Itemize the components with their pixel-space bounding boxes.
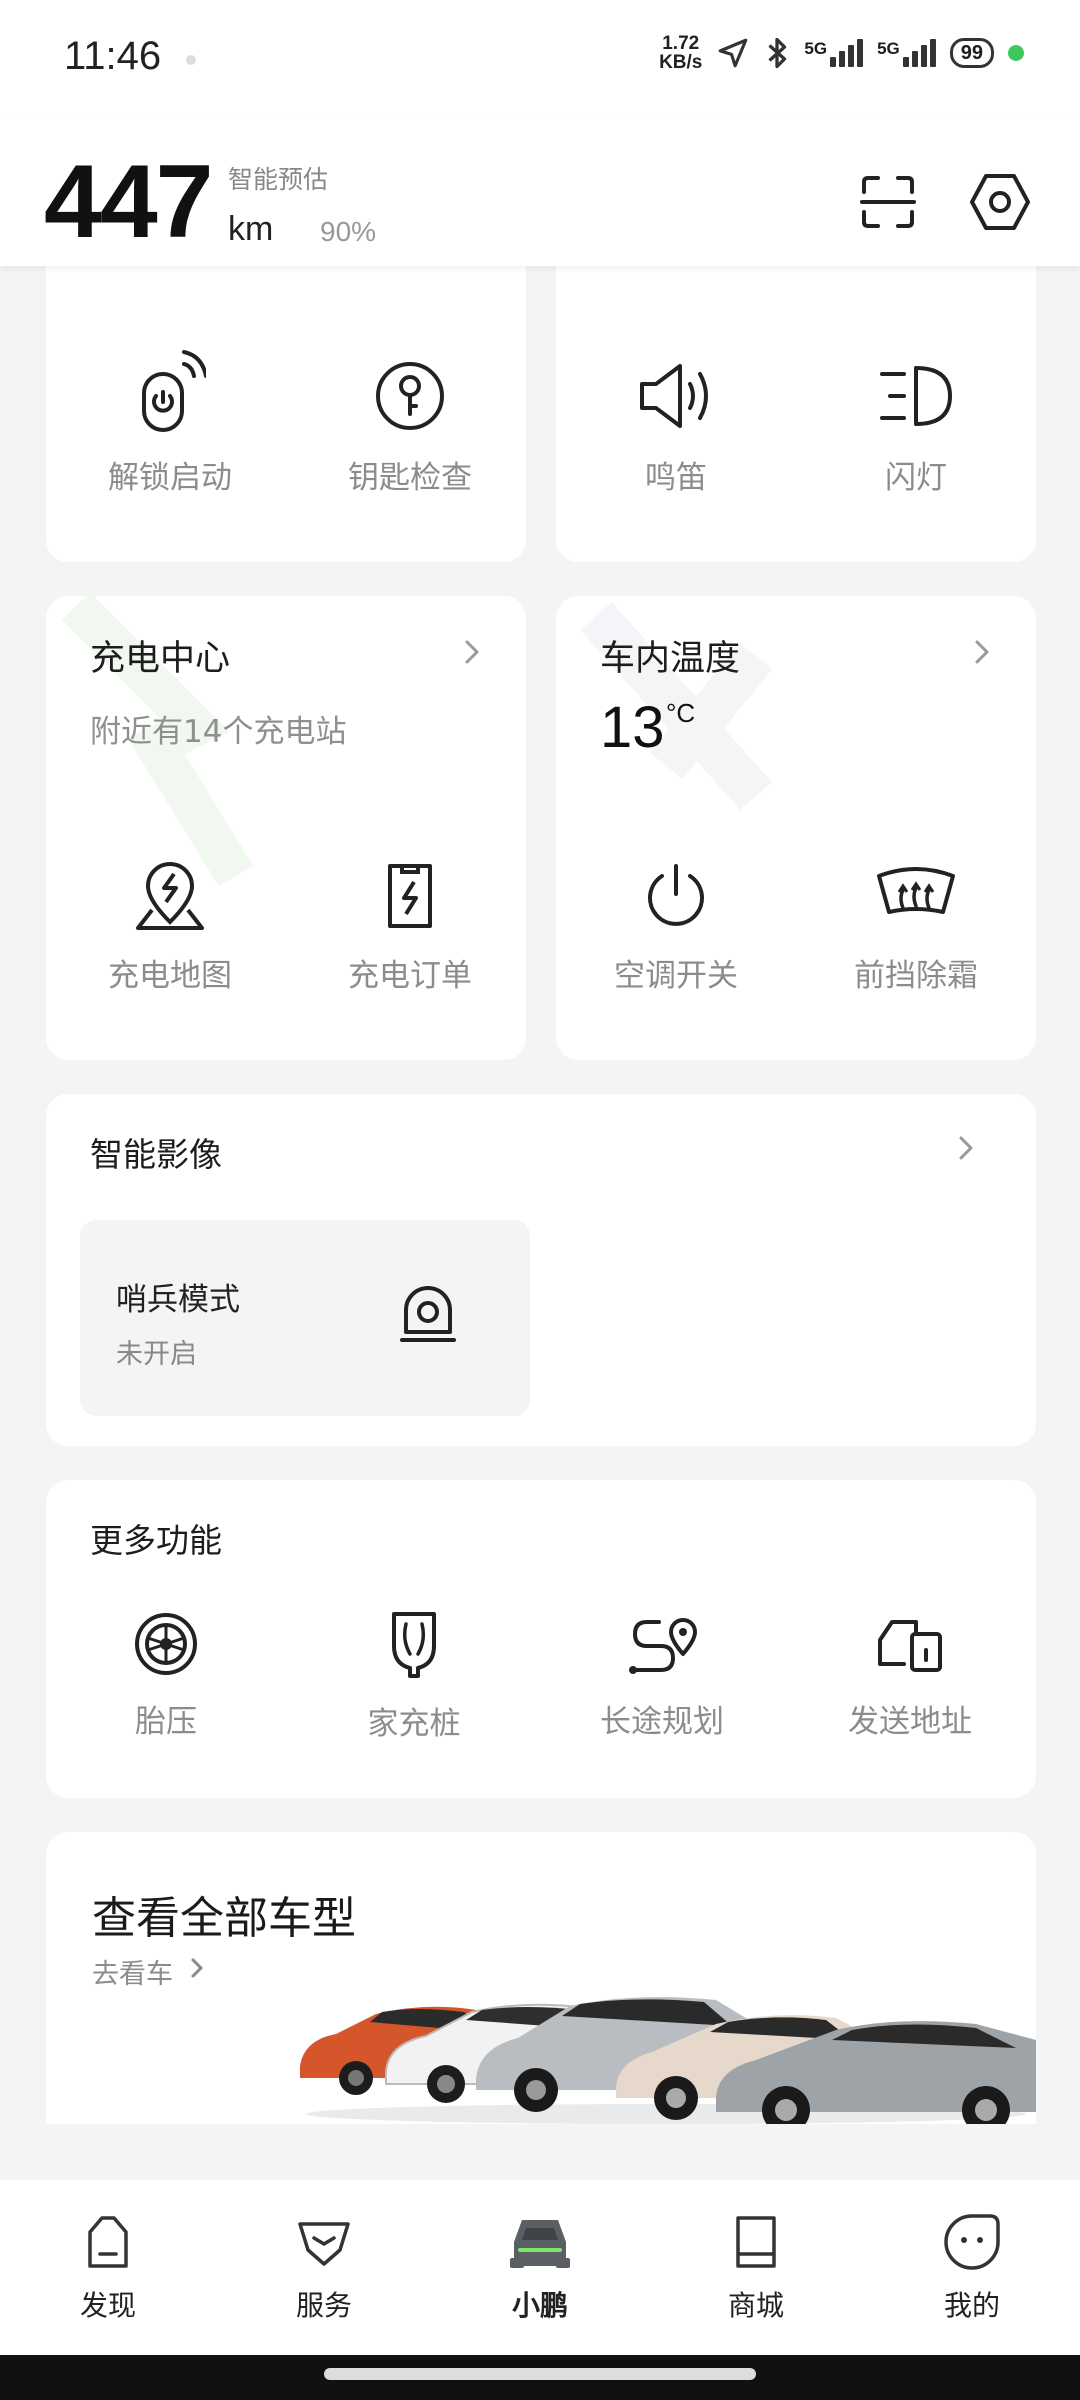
tire-icon	[135, 1613, 197, 1675]
charging-map-label: 充电地图	[108, 958, 232, 994]
range-header: 447 智能预估 km 90%	[0, 120, 1080, 266]
chevron-right-icon[interactable]	[968, 638, 996, 666]
battery-percent: 90%	[320, 216, 377, 247]
nav-item-service[interactable]: 服务	[249, 2210, 399, 2324]
horn-icon	[640, 364, 708, 428]
charging-map-tile[interactable]: 充电地图	[50, 860, 290, 995]
range-value: 447	[44, 144, 214, 260]
sentry-mode-title: 哨兵模式	[116, 1282, 240, 1318]
horn-label: 鸣笛	[645, 460, 707, 496]
sentry-mode-status: 未开启	[116, 1339, 197, 1370]
long-trip-tile[interactable]: 长途规划	[542, 1610, 782, 1741]
key-check-label: 钥匙检查	[348, 460, 472, 496]
unlock-start-label: 解锁启动	[108, 460, 232, 496]
settings-icon[interactable]	[968, 170, 1032, 234]
location-arrow-icon	[719, 38, 748, 68]
nav-item-xpeng[interactable]: 小鹏	[465, 2210, 615, 2324]
flash-lights-label: 闪灯	[885, 460, 947, 496]
status-bar: 11:46 1.72 KB/s 5G 5G 99	[0, 0, 1080, 120]
gesture-area	[0, 2355, 1080, 2400]
charging-order-label: 充电订单	[348, 958, 472, 994]
tire-pressure-tile[interactable]: 胎压	[46, 1610, 286, 1741]
home-charger-tile[interactable]: 家充桩	[294, 1610, 534, 1743]
remote-start-icon	[142, 350, 206, 432]
home-charger-icon	[392, 1612, 436, 1678]
tire-pressure-label: 胎压	[135, 1704, 197, 1740]
nav-label-discover: 发现	[79, 2289, 136, 2322]
car-icon	[510, 2220, 570, 2268]
horn-tile[interactable]: 鸣笛	[556, 358, 796, 497]
home-gesture-bar[interactable]	[324, 2368, 756, 2380]
temperature-unit: °C	[666, 698, 696, 728]
climate-title: 车内温度	[600, 639, 741, 679]
send-address-tile[interactable]: 发送地址	[790, 1610, 1030, 1741]
front-defrost-tile[interactable]: 前挡除霜	[796, 860, 1036, 995]
active-indicator-dot	[1008, 45, 1024, 61]
all-models-banner[interactable]: 查看全部车型 去看车	[46, 1832, 1036, 2124]
signal-icon: 5G	[877, 39, 936, 67]
chevron-right-icon[interactable]	[952, 1134, 980, 1162]
nav-label-service: 服务	[295, 2289, 352, 2322]
route-icon	[629, 1618, 697, 1674]
unlock-start-tile[interactable]: 解锁启动	[50, 348, 290, 497]
charging-title: 充电中心	[90, 639, 231, 679]
charging-subtitle: 附近有14个充电站	[90, 714, 347, 750]
home-charger-label: 家充桩	[367, 1706, 461, 1742]
sentry-mode-tile[interactable]: 哨兵模式 未开启	[80, 1220, 530, 1416]
climate-card[interactable]: 车内温度 13 °C 空调开关 前挡除霜	[556, 596, 1036, 1060]
battery-icon: 99	[949, 38, 994, 68]
service-icon	[298, 2222, 350, 2266]
chevron-right-icon	[191, 1958, 203, 1978]
nav-item-profile[interactable]: 我的	[897, 2210, 1047, 2324]
send-address-icon	[878, 1620, 942, 1672]
ac-switch-tile[interactable]: 空调开关	[556, 860, 796, 995]
range-estimate-label: 智能预估	[228, 165, 329, 194]
more-features-card: 更多功能 胎压 家充桩 长途规划 发送地址	[46, 1480, 1036, 1798]
nav-item-mall[interactable]: 商城	[681, 2210, 831, 2324]
nav-item-discover[interactable]: 发现	[33, 2210, 183, 2324]
status-time: 11:46	[64, 34, 162, 78]
nav-label-profile: 我的	[943, 2289, 1000, 2322]
key-check-tile[interactable]: 钥匙检查	[290, 358, 526, 497]
charging-map-icon	[136, 862, 204, 930]
key-icon	[376, 362, 444, 430]
cabin-temperature: 13	[600, 695, 665, 760]
car-lineup-image	[300, 1997, 1036, 2124]
range-unit: km	[228, 210, 274, 248]
front-defrost-label: 前挡除霜	[854, 958, 978, 994]
ac-switch-label: 空调开关	[614, 958, 738, 994]
defrost-icon	[877, 867, 955, 914]
more-features-title: 更多功能	[90, 1521, 222, 1560]
nav-label-xpeng: 小鹏	[511, 2289, 568, 2322]
nav-label-mall: 商城	[727, 2289, 784, 2322]
signal-icon: 5G	[804, 39, 864, 67]
discover-icon	[88, 2216, 128, 2268]
smart-camera-title: 智能影像	[90, 1135, 222, 1174]
charging-center-card[interactable]: 充电中心 附近有14个充电站 充电地图 充电订单	[46, 596, 526, 1060]
send-address-label: 发送地址	[848, 1704, 972, 1740]
profile-icon	[944, 2214, 1000, 2270]
chevron-right-icon[interactable]	[458, 638, 486, 666]
charging-order-tile[interactable]: 充电订单	[290, 860, 526, 995]
flash-lights-tile[interactable]: 闪灯	[796, 358, 1036, 497]
bluetooth-icon	[768, 37, 787, 69]
network-speed: 1.72 KB/s	[659, 33, 703, 73]
headlight-icon	[880, 366, 952, 426]
scan-icon[interactable]	[856, 170, 920, 234]
all-models-title: 查看全部车型	[92, 1893, 356, 1944]
notification-dot-icon	[186, 55, 196, 65]
sentry-camera-icon	[400, 1286, 456, 1342]
smart-camera-card: 智能影像 哨兵模式 未开启	[46, 1094, 1036, 1446]
mall-icon	[736, 2216, 776, 2268]
charging-order-icon	[388, 864, 432, 928]
power-icon	[648, 864, 704, 926]
long-trip-label: 长途规划	[600, 1704, 724, 1740]
view-cars-link[interactable]: 去看车	[92, 1952, 173, 1991]
status-icons: 1.72 KB/s 5G 5G 99	[659, 34, 1024, 72]
